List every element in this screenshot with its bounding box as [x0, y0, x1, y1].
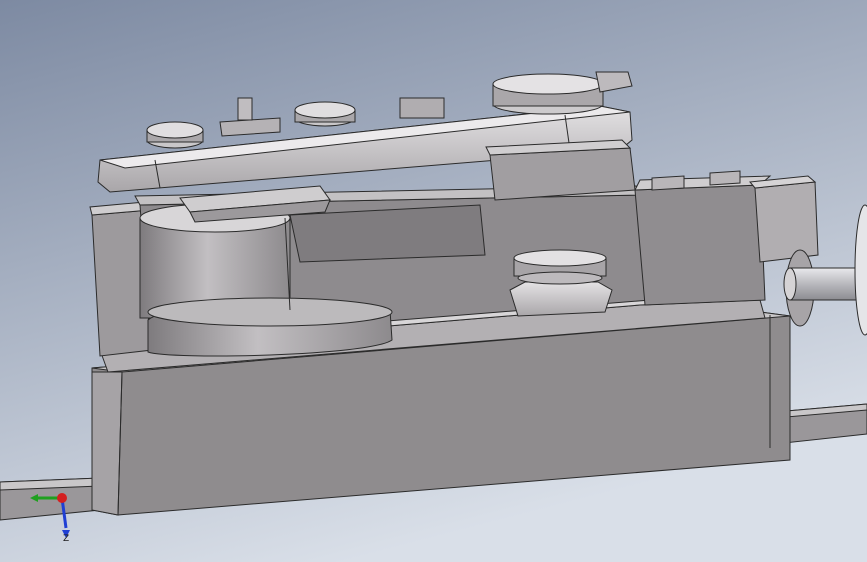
triad-z-label: Z: [63, 534, 69, 544]
block-small: [399, 97, 445, 119]
bolt-middle: [294, 101, 356, 127]
triad-origin-x-icon: [57, 493, 67, 503]
lever-link[interactable]: [485, 139, 636, 201]
bolt-left: [146, 121, 204, 149]
center-nut-assembly[interactable]: [509, 249, 613, 317]
cad-viewport[interactable]: Z: [0, 0, 867, 562]
bolt-large-right: [492, 73, 604, 115]
cad-model-view[interactable]: Z: [0, 0, 867, 562]
